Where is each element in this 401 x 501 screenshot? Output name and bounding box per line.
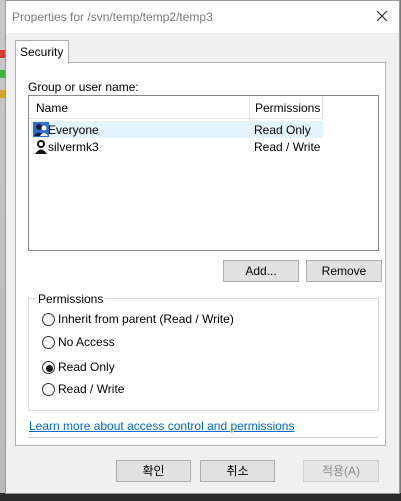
close-icon[interactable] [371,5,393,27]
group-users-icon [33,122,49,137]
radio-label: No Access [58,335,115,349]
radio-circle [42,336,55,349]
list-row-silvermk3[interactable]: silvermk3 Read / Write [31,138,323,155]
group-label: Group or user name: [28,80,139,94]
list-row-name: Everyone [48,123,99,137]
background-taskbar [0,493,401,501]
column-permissions[interactable]: Permissions [255,101,320,115]
tab-security[interactable]: Security [15,40,69,64]
list-row-name: silvermk3 [48,140,99,154]
apply-button[interactable]: 적용(A) [303,460,379,482]
properties-dialog: Properties for /svn/temp/temp2/temp3 Sec… [5,0,400,494]
link-underline-divider [28,437,379,438]
radio-label: Read Only [58,360,115,374]
column-divider[interactable] [249,96,250,118]
column-divider[interactable] [322,96,323,118]
remove-button[interactable]: Remove [306,260,382,282]
column-name[interactable]: Name [36,101,68,115]
cancel-button[interactable]: 취소 [200,460,275,482]
radio-circle-checked [42,361,55,374]
title-bar[interactable]: Properties for /svn/temp/temp2/temp3 [6,1,399,33]
list-header: Name Permissions [29,96,323,119]
permissions-legend: Permissions [36,292,106,306]
security-panel: Group or user name: Name Permissions Eve… [15,62,386,446]
radio-label: Inherit from parent (Read / Write) [58,312,234,326]
help-link[interactable]: Learn more about access control and perm… [29,419,294,433]
window-title: Properties for /svn/temp/temp2/temp3 [12,10,213,24]
add-button[interactable]: Add... [223,260,299,282]
list-row-everyone[interactable]: Everyone Read Only [31,121,323,138]
list-row-permission: Read Only [254,123,311,137]
tab-security-label: Security [20,45,64,59]
radio-circle [42,383,55,396]
radio-label: Read / Write [58,382,125,396]
list-row-permission: Read / Write [254,140,321,154]
radio-circle [42,313,55,326]
user-icon [33,139,49,154]
user-list[interactable]: Name Permissions Everyone Read Only silv… [28,95,379,251]
ok-button[interactable]: 확인 [116,460,191,482]
